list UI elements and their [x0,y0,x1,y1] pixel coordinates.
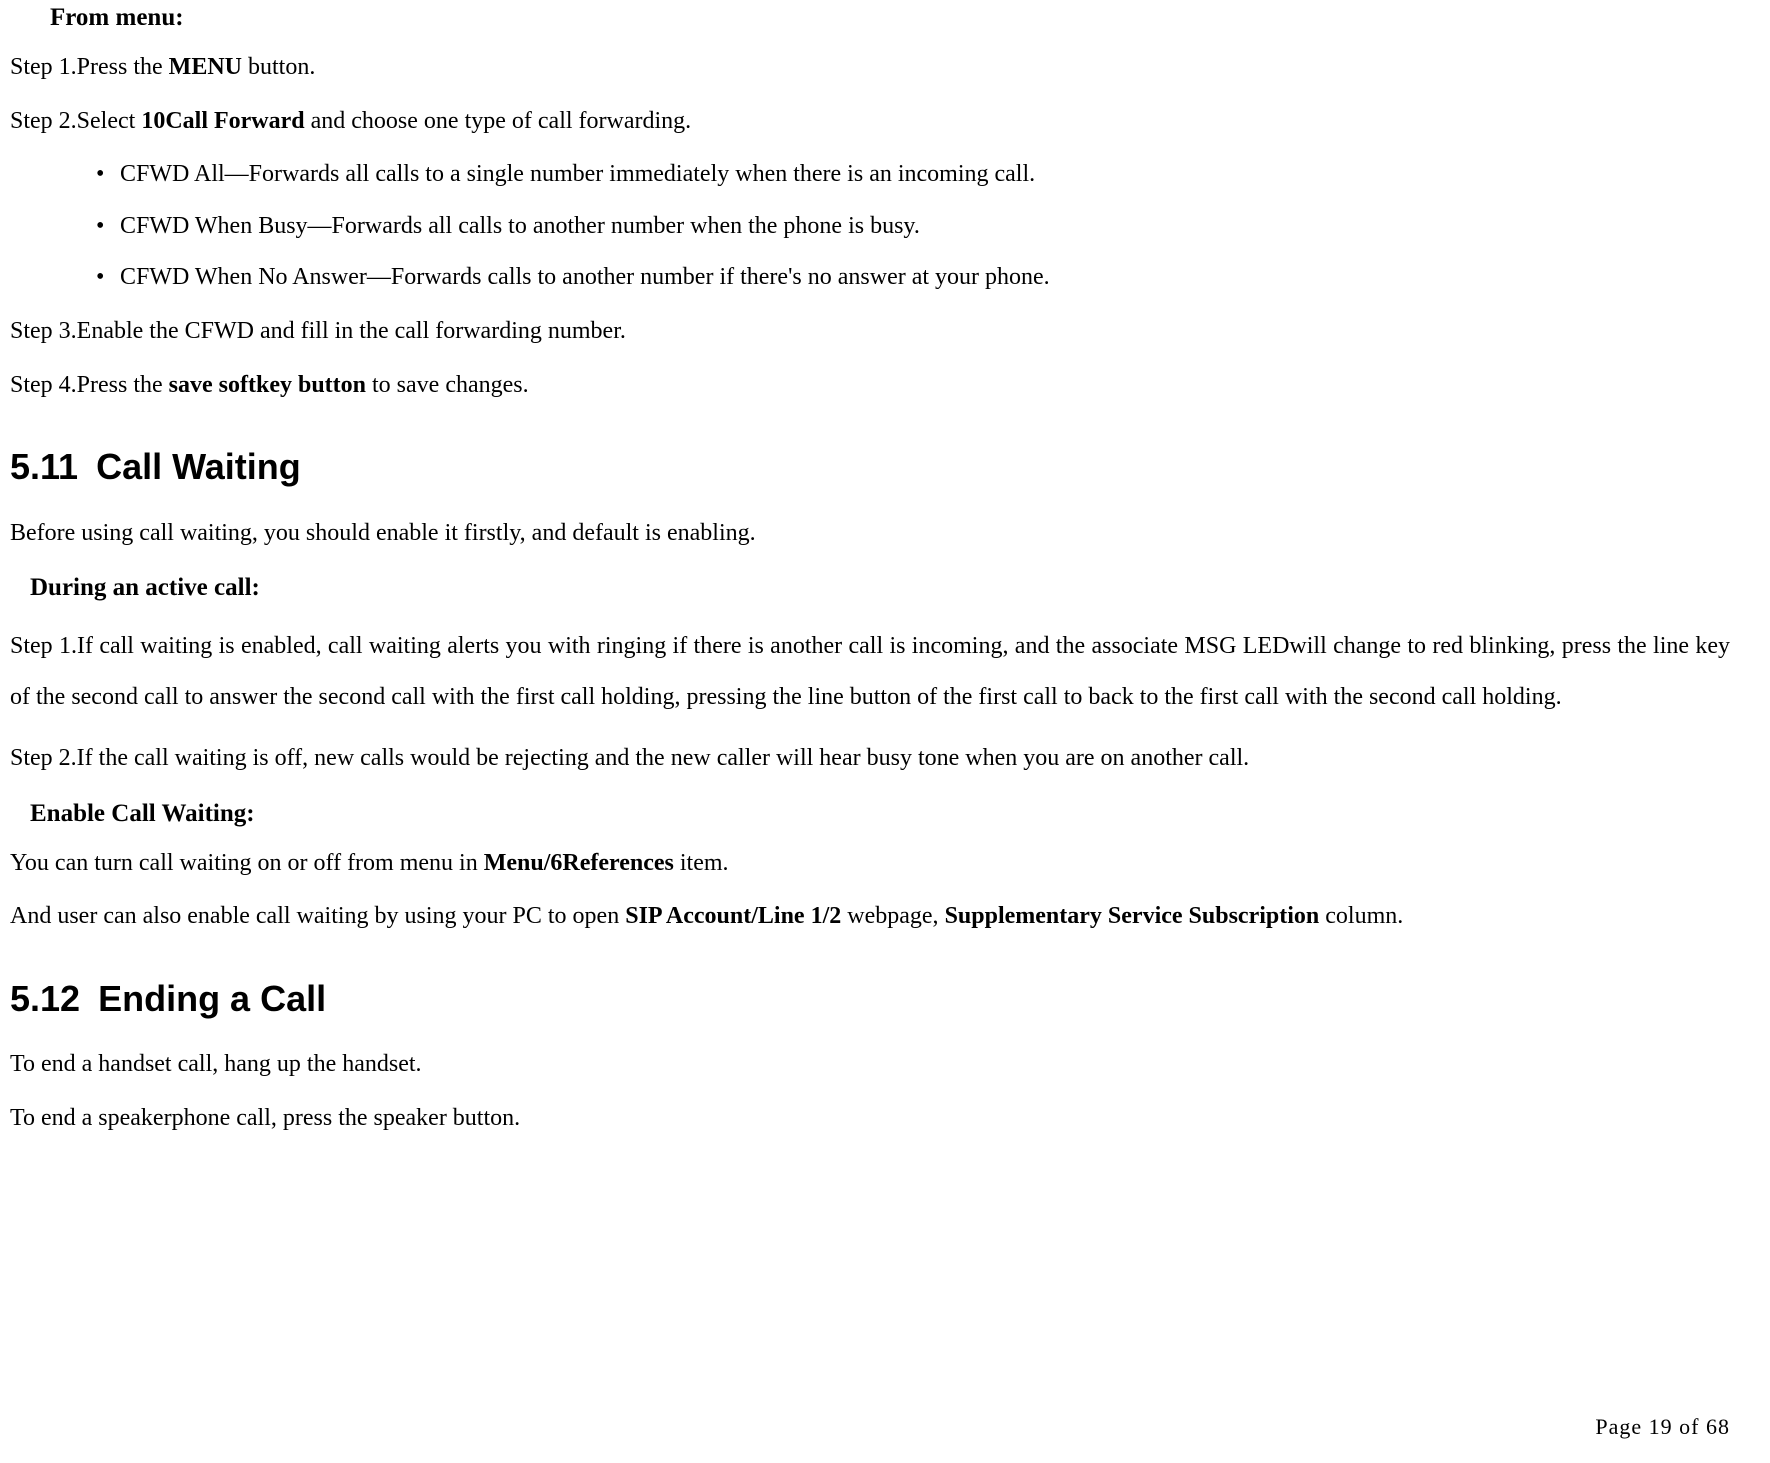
step-4-suffix: to save changes. [366,372,529,398]
en2-bold-1: SIP Account/Line 1/2 [625,903,841,929]
step-4-bold: save softkey button [169,372,366,398]
en2-bold-2: Supplementary Service Subscription [945,903,1320,929]
enable-cw-line-2: And user can also enable call waiting by… [10,900,1730,934]
during-active-call-heading: During an active call: [30,570,1730,605]
page-footer: Page 19 of 68 [1595,1412,1730,1443]
en1-suffix: item. [674,850,729,876]
bullet-cfwd-all: CFWD All—Forwards all calls to a single … [120,158,1730,192]
step-2: Step 2.Select 10Call Forward and choose … [10,105,1730,139]
cfwd-bullets: CFWD All—Forwards all calls to a single … [10,158,1730,295]
step-3: Step 3.Enable the CFWD and fill in the c… [10,315,1730,349]
step-2-bold: 10Call Forward [141,108,304,134]
step-1-suffix: button. [242,54,315,80]
section-5-11-title: Call Waiting [96,446,301,487]
cw-step-2: Step 2.If the call waiting is off, new c… [10,742,1730,776]
en1-bold: Menu/6References [484,850,674,876]
cw-step-1: Step 1.If call waiting is enabled, call … [10,621,1730,722]
document-page: From menu: Step 1.Press the MENU button.… [0,0,1770,1463]
step-4: Step 4.Press the save softkey button to … [10,369,1730,403]
en1-prefix: You can turn call waiting on or off from… [10,850,484,876]
enable-call-waiting-heading: Enable Call Waiting: [30,796,1730,831]
step-2-prefix: Step 2.Select [10,108,141,134]
bullet-cfwd-busy: CFWD When Busy—Forwards all calls to ano… [120,210,1730,244]
step-4-prefix: Step 4.Press the [10,372,169,398]
bullet-cfwd-no-answer: CFWD When No Answer—Forwards calls to an… [120,261,1730,295]
en2-prefix: And user can also enable call waiting by… [10,903,625,929]
step-1: Step 1.Press the MENU button. [10,51,1730,85]
from-menu-heading: From menu: [50,0,1730,35]
section-5-12-heading: 5.12 Ending a Call [10,974,1730,1024]
end-call-speaker: To end a speakerphone call, press the sp… [10,1102,1730,1136]
en2-mid: webpage, [841,903,944,929]
section-5-12-title: Ending a Call [98,978,326,1019]
step-2-suffix: and choose one type of call forwarding. [305,108,692,134]
step-1-prefix: Step 1.Press the [10,54,169,80]
end-call-handset: To end a handset call, hang up the hands… [10,1048,1730,1082]
en2-suffix: column. [1319,903,1403,929]
enable-cw-line-1: You can turn call waiting on or off from… [10,847,1730,881]
step-1-bold: MENU [169,54,242,80]
section-5-11-number: 5.11 [10,442,78,492]
call-waiting-intro: Before using call waiting, you should en… [10,517,1730,551]
section-5-12-number: 5.12 [10,974,80,1024]
section-5-11-heading: 5.11 Call Waiting [10,442,1730,492]
